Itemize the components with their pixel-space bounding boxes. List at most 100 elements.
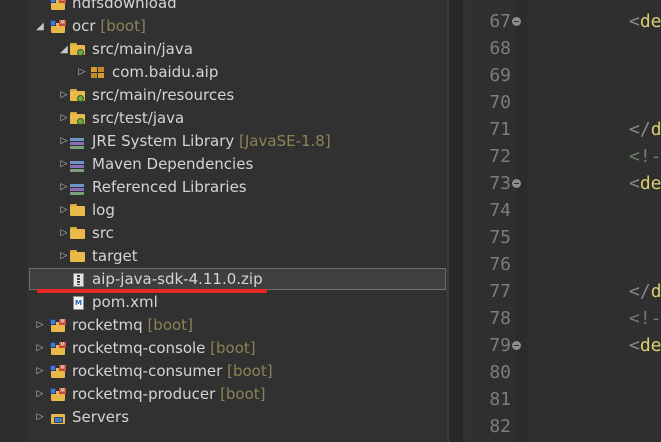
expand-arrow-icon[interactable]: ▷ [76,61,88,84]
tree-item-label: src/main/java [92,38,193,61]
tree-item-src-main-resources[interactable]: ▷ src/main/resources [0,84,447,107]
tree-item-target[interactable]: ▷ target [0,245,447,268]
line-number: 74 [489,200,511,221]
code-line[interactable]: <!- [629,143,661,170]
xml-tag-name: de [639,335,661,356]
tree-item-label: rocketmq-console [boot] [72,337,256,360]
line-number: 77 [489,281,511,302]
line-number: 79 [489,335,511,356]
tree-item-label: Maven Dependencies [92,153,253,176]
tree-item-rocketmq-producer[interactable]: ▷ Mrocketmq-producer [boot] [0,383,447,406]
code-line[interactable]: <!- [629,305,661,332]
expand-arrow-icon[interactable]: ▷ [58,199,70,222]
collapse-arrow-icon[interactable]: ◢ [34,15,46,38]
editor-fold-margin [516,0,527,442]
tree-item-src[interactable]: ▷ src [0,222,447,245]
tree-item-src-main-java[interactable]: ◢ src/main/java [0,38,447,61]
xml-file-icon: M [70,296,86,310]
item-name: rocketmq [72,316,143,334]
tree-item-servers[interactable]: ▷ Servers [0,406,447,429]
project-explorer: Mhdfsdownload ◢ Mocr [boot] ◢ src/main/java ▷… [0,0,449,442]
code-line[interactable]: </d [629,116,661,143]
item-name: Servers [72,408,130,426]
line-number: 67 [489,11,511,32]
code-line[interactable]: </d [629,278,661,305]
item-decoration: [boot] [147,316,193,334]
folder-icon [70,250,86,264]
code-line[interactable]: <de [629,170,661,197]
tree-item-label: com.baidu.aip [112,61,218,84]
item-name: src/main/java [92,40,193,58]
tree-item-ocr[interactable]: ◢ Mocr [boot] [0,15,447,38]
maven-project-icon: M [50,388,66,402]
item-decoration: [JavaSE-1.8] [239,132,331,150]
maven-project-icon: M [50,319,66,333]
library-icon [70,181,86,195]
tree-item-label: Referenced Libraries [92,176,247,199]
line-number: 78 [489,308,511,329]
line-number: 75 [489,227,511,248]
expand-arrow-icon[interactable]: ▷ [58,107,70,130]
item-name: src/test/java [92,109,185,127]
expand-arrow-icon[interactable]: ▷ [34,314,46,337]
line-number: 82 [489,416,511,437]
item-name: src/main/resources [92,86,235,104]
line-number: 81 [489,389,511,410]
folder-icon [70,204,86,218]
expand-arrow-icon[interactable]: ▷ [58,130,70,153]
source-folder-icon [70,43,86,57]
item-name: ocr [72,17,96,35]
code-line[interactable]: <de [629,332,661,359]
fold-collapse-icon[interactable] [512,17,521,26]
tree-item-referenced-libraries[interactable]: ▷ Referenced Libraries [0,176,447,199]
editor-left-strip [449,0,463,442]
line-number: 80 [489,362,511,383]
expand-arrow-icon[interactable]: ▷ [34,383,46,406]
library-icon [70,135,86,149]
xml-bracket: </ [629,119,651,140]
tree-item-src-test-java[interactable]: ▷ src/test/java [0,107,447,130]
xml-editor[interactable]: 67 <de 68 69 70 71 </d 72 <!- 73 <de 74 75 76 77 </d 78 <… [449,0,661,442]
collapse-arrow-icon[interactable]: ◢ [58,38,70,61]
tree-item-jre-system-library[interactable]: ▷ JRE System Library [JavaSE-1.8] [0,130,447,153]
tree-item-label: src/test/java [92,107,184,130]
expand-arrow-icon[interactable]: ▷ [58,153,70,176]
expand-arrow-icon[interactable]: ▷ [58,222,70,245]
tree-item-label: rocketmq-consumer [boot] [72,360,273,383]
tree-item-log[interactable]: ▷ log [0,199,447,222]
folder-icon [70,227,86,241]
expand-arrow-icon[interactable]: ▷ [58,176,70,199]
tree-item-label: ocr [boot] [72,15,146,38]
tree-item-com-baidu-aip[interactable]: ▷ com.baidu.aip [0,61,447,84]
item-decoration: [boot] [227,362,273,380]
tree-item-rocketmq-console[interactable]: ▷ Mrocketmq-console [boot] [0,337,447,360]
expand-arrow-icon[interactable]: ▷ [34,360,46,383]
item-decoration: [boot] [210,339,256,357]
tree-item-label: aip-java-sdk-4.11.0.zip [92,268,263,291]
tree-item-hdfsdownload[interactable]: Mhdfsdownload [0,0,447,15]
expand-arrow-icon[interactable]: ▷ [34,337,46,360]
item-name: hdfsdownload [72,0,177,12]
package-icon [90,66,106,80]
tree-item-label: hdfsdownload [72,0,177,15]
line-number: 72 [489,146,511,167]
tree-item-label: src [92,222,114,245]
item-name: log [92,201,115,219]
item-name: Referenced Libraries [92,178,247,196]
expand-arrow-icon[interactable]: ▷ [58,245,70,268]
xml-bracket: </ [629,281,651,302]
tree-item-rocketmq-consumer[interactable]: ▷ Mrocketmq-consumer [boot] [0,360,447,383]
expand-arrow-icon[interactable]: ▷ [34,406,46,429]
fold-collapse-icon[interactable] [512,341,521,350]
fold-collapse-icon[interactable] [512,179,521,188]
item-name: rocketmq-producer [72,385,216,403]
tree-item-rocketmq[interactable]: ▷ Mrocketmq [boot] [0,314,447,337]
expand-arrow-icon[interactable]: ▷ [58,84,70,107]
tree-item-aip-java-sdk-4-11-0-zip[interactable]: aip-java-sdk-4.11.0.zip [0,268,447,291]
tree-item-maven-dependencies[interactable]: ▷ Maven Dependencies [0,153,447,176]
maven-project-icon: M [50,365,66,379]
item-name: target [92,247,138,265]
code-line[interactable]: <de [629,8,661,35]
tree-item-pom-xml[interactable]: Mpom.xml [0,291,447,314]
line-number: 73 [489,173,511,194]
